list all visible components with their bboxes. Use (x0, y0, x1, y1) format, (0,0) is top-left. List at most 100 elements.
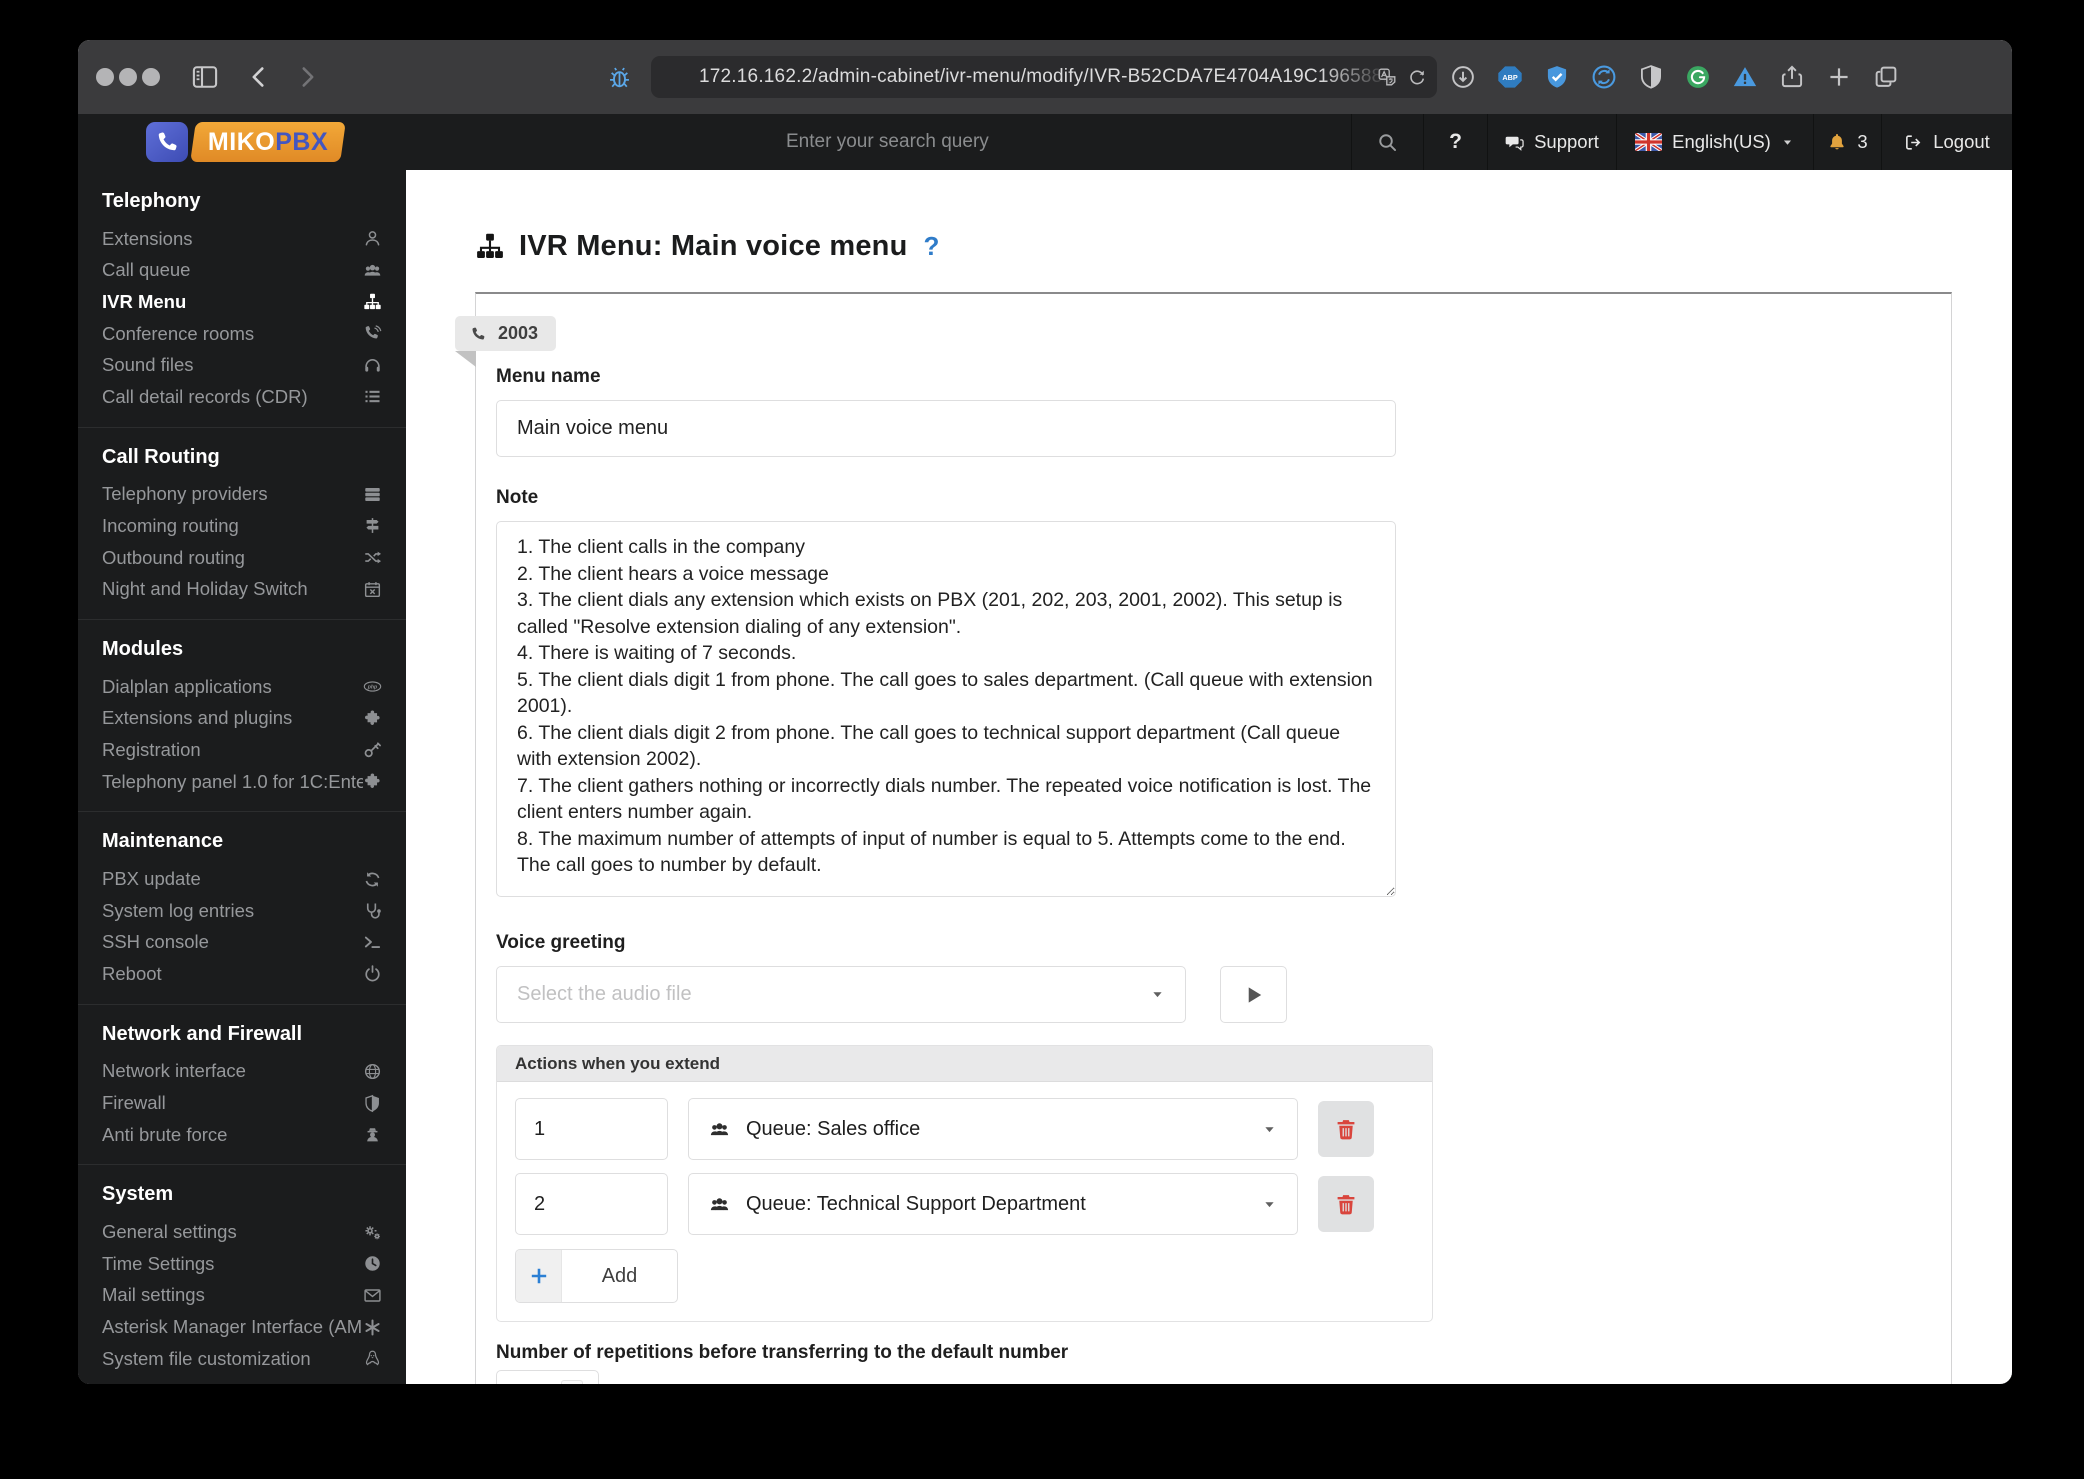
sidebar-item-pbx-update[interactable]: PBX update (78, 863, 406, 895)
voice-greeting-select[interactable]: Select the audio file (496, 966, 1186, 1023)
sidebar-item-ssh-console[interactable]: SSH console (78, 927, 406, 959)
support-button[interactable]: Support (1487, 114, 1616, 170)
sidebar-section: Network and Firewall Network interface Fir… (78, 1003, 406, 1151)
shield-icon (363, 1094, 382, 1113)
translate-icon[interactable] (1377, 67, 1397, 87)
sidebar-section: Modules Dialplan applications php Extension… (78, 618, 406, 798)
extension-badge: 2003 (455, 316, 557, 351)
delete-row-button[interactable] (1318, 1101, 1374, 1157)
sidebar-item-system-log-entries[interactable]: System log entries (78, 895, 406, 927)
sidebar-item-label: General settings (102, 1221, 237, 1243)
voice-greeting-label: Voice greeting (496, 932, 626, 953)
sidebar-item-ivr-menu[interactable]: IVR Menu (78, 286, 406, 318)
sidebar-item-night-and-holiday-switch[interactable]: Night and Holiday Switch (78, 573, 406, 605)
abp-icon[interactable]: ABP (1497, 64, 1523, 90)
sidebar-section: Maintenance PBX update System log entries S… (78, 811, 406, 989)
search-button[interactable] (1351, 114, 1423, 170)
clock-icon (363, 1254, 382, 1273)
notifications-button[interactable]: 3 (1813, 114, 1881, 170)
sidebar-toggle-icon[interactable] (190, 62, 220, 92)
back-button[interactable] (246, 64, 272, 90)
dropdown-caret-icon (1262, 1197, 1277, 1212)
logo[interactable]: MIKOPBX (78, 114, 406, 170)
sidebar-item-label: Registration (102, 738, 201, 760)
shield-check-icon[interactable] (1544, 64, 1570, 90)
svg-text:php: php (367, 685, 377, 691)
sidebar-item-firewall[interactable]: Firewall (78, 1087, 406, 1119)
download-icon[interactable] (1450, 64, 1476, 90)
sidebar-item-system-file-customization[interactable]: System file customization (78, 1343, 406, 1375)
plus-icon[interactable] (1826, 64, 1852, 90)
sidebar-item-time-settings[interactable]: Time Settings (78, 1248, 406, 1280)
logout-label: Logout (1933, 131, 1990, 152)
globe-icon (363, 1062, 382, 1081)
sidebar-item-label: PBX update (102, 868, 201, 890)
bug-icon[interactable] (606, 64, 633, 91)
dropdown-caret-icon (1262, 1122, 1277, 1137)
spinner-up-button[interactable]: ▴ (561, 1380, 583, 1384)
notifications-count: 3 (1857, 131, 1868, 152)
sidebar-section-title: Call Routing (102, 445, 220, 468)
sitemap-icon (363, 292, 382, 311)
address-bar[interactable]: 172.16.162.2/admin-cabinet/ivr-menu/modi… (651, 56, 1437, 98)
sidebar-item-network-interface[interactable]: Network interface (78, 1056, 406, 1088)
route-in-icon (363, 516, 382, 535)
delete-row-button[interactable] (1318, 1176, 1374, 1232)
sidebar-item-general-settings[interactable]: General settings (78, 1216, 406, 1248)
linux-icon (363, 1349, 382, 1368)
sidebar-item-asterisk-manager-interface-ami[interactable]: Asterisk Manager Interface (AMI) (78, 1311, 406, 1343)
sidebar-item-mail-settings[interactable]: Mail settings (78, 1280, 406, 1312)
logo-miko-text: MIKO (208, 127, 276, 156)
extension-digit-input[interactable] (515, 1098, 668, 1160)
minimize-window-button[interactable] (119, 68, 137, 86)
ivr-form-panel: 2003 Menu name Note 1. The client calls … (455, 292, 1952, 1384)
sidebar-item-conference-rooms[interactable]: Conference rooms (78, 318, 406, 350)
tabs-icon[interactable] (1873, 64, 1899, 90)
page-help-icon[interactable]: ? (924, 231, 940, 262)
envelope-icon (363, 1286, 382, 1305)
zoom-window-button[interactable] (142, 68, 160, 86)
grammarly-icon[interactable] (1685, 64, 1711, 90)
sidebar-item-extensions[interactable]: Extensions (78, 223, 406, 255)
puzzle-icon (363, 709, 382, 728)
queue-select[interactable]: Queue: Sales office (688, 1098, 1298, 1160)
main-content: IVR Menu: Main voice menu ? 2003 Menu na… (406, 170, 2012, 1384)
sidebar-item-call-queue[interactable]: Call queue (78, 255, 406, 287)
sync-badge-icon[interactable] (1591, 64, 1617, 90)
add-action-button[interactable]: Add (515, 1249, 678, 1303)
queue-select[interactable]: Queue: Technical Support Department (688, 1173, 1298, 1235)
help-label: ? (1449, 130, 1462, 153)
shield-half-icon[interactable] (1638, 64, 1664, 90)
search-input[interactable] (784, 130, 1351, 154)
close-window-button[interactable] (96, 68, 114, 86)
sidebar-section: Call Routing Telephony providers Incoming … (78, 426, 406, 605)
play-audio-button[interactable] (1220, 966, 1287, 1023)
reload-icon[interactable] (1407, 67, 1427, 87)
share-icon[interactable] (1779, 64, 1805, 90)
language-menu[interactable]: English(US) (1616, 114, 1813, 170)
sidebar-item-reboot[interactable]: Reboot (78, 958, 406, 990)
add-button-label: Add (601, 1264, 638, 1287)
sidebar-item-sound-files[interactable]: Sound files (78, 349, 406, 381)
phone-icon (470, 326, 486, 342)
sidebar-item-call-detail-records-cdr[interactable]: Call detail records (CDR) (78, 381, 406, 413)
sidebar-item-extensions-and-plugins[interactable]: Extensions and plugins (78, 703, 406, 735)
sidebar-item-outbound-routing[interactable]: Outbound routing (78, 542, 406, 574)
warning-icon[interactable] (1732, 64, 1758, 90)
sidebar-item-registration[interactable]: Registration (78, 734, 406, 766)
extension-digit-input[interactable] (515, 1173, 668, 1235)
sidebar-item-anti-brute-force[interactable]: Anti brute force (78, 1119, 406, 1151)
sitemap-icon (475, 231, 505, 261)
users-icon (363, 261, 382, 280)
sidebar-item-incoming-routing[interactable]: Incoming routing (78, 510, 406, 542)
logout-button[interactable]: Logout (1881, 114, 2012, 170)
sidebar-item-dialplan-applications[interactable]: Dialplan applications php (78, 671, 406, 703)
sidebar-item-telephony-providers[interactable]: Telephony providers (78, 479, 406, 511)
help-button[interactable]: ? (1423, 114, 1487, 170)
ribbon-fold (455, 351, 476, 367)
menu-name-input[interactable] (496, 400, 1396, 457)
forward-button[interactable] (294, 64, 320, 90)
note-textarea[interactable]: 1. The client calls in the company 2. Th… (496, 521, 1396, 897)
sidebar-item-label: Dialplan applications (102, 675, 272, 697)
sidebar-item-telephony-panel-1-0-for-1c-enterprise[interactable]: Telephony panel 1.0 for 1C:Enterprise (78, 766, 406, 798)
